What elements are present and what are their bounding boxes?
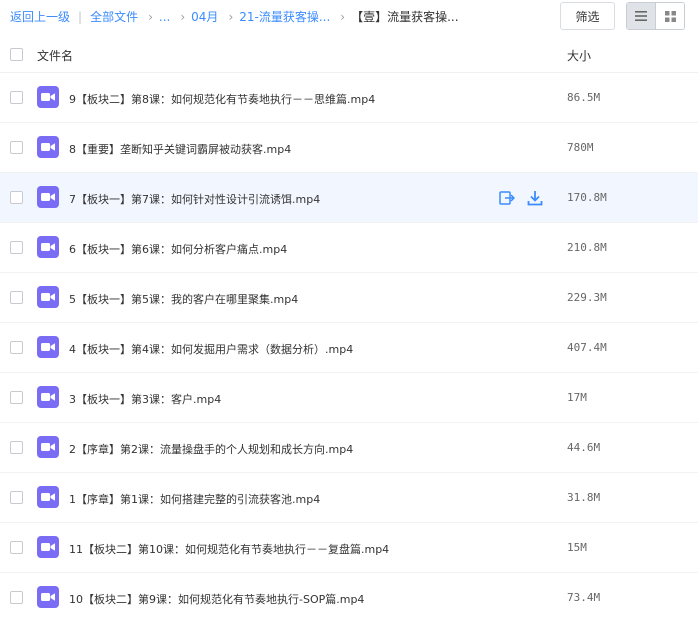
file-name[interactable]: 5【板块一】第5课：我的客户在哪里聚集.mp4 xyxy=(69,291,298,307)
download-icon[interactable] xyxy=(526,189,544,207)
video-file-icon xyxy=(37,486,59,508)
video-file-icon xyxy=(37,336,59,358)
table-header: 文件名 大小 xyxy=(0,36,698,73)
column-header-size[interactable]: 大小 xyxy=(567,47,591,64)
file-size: 229.3M xyxy=(567,291,607,304)
top-bar: 返回上一级 | 全部文件 › ... › 04月 › 21-流量获客操... ›… xyxy=(0,0,698,36)
table-row[interactable]: 9【板块二】第8课：如何规范化有节奏地执行－－思维篇.mp4 86.5M xyxy=(0,73,698,123)
row-checkbox[interactable] xyxy=(10,491,23,504)
video-file-icon xyxy=(37,536,59,558)
video-file-icon xyxy=(37,186,59,208)
share-icon[interactable] xyxy=(498,189,516,207)
file-name[interactable]: 7【板块一】第7课：如何针对性设计引流诱饵.mp4 xyxy=(69,191,320,207)
file-name[interactable]: 9【板块二】第8课：如何规范化有节奏地执行－－思维篇.mp4 xyxy=(69,91,375,107)
table-row[interactable]: 3【板块一】第3课：客户.mp4 17M xyxy=(0,373,698,423)
table-row[interactable]: 8【重要】垄断知乎关键词霸屏被动获客.mp4 780M xyxy=(0,123,698,173)
chevron-right-icon: › xyxy=(340,9,346,24)
column-header-name[interactable]: 文件名 xyxy=(37,47,73,64)
table-row[interactable]: 11【板块二】第10课：如何规范化有节奏地执行－－复盘篇.mp4 15M xyxy=(0,523,698,573)
row-checkbox[interactable] xyxy=(10,91,23,104)
table-row[interactable]: 4【板块一】第4课：如何发掘用户需求（数据分析）.mp4 407.4M xyxy=(0,323,698,373)
select-all-checkbox[interactable] xyxy=(10,48,23,61)
back-link[interactable]: 返回上一级 xyxy=(10,8,70,25)
breadcrumb-month[interactable]: 04月 xyxy=(191,8,218,25)
breadcrumb: 返回上一级 | 全部文件 › ... › 04月 › 21-流量获客操... ›… xyxy=(10,8,459,25)
breadcrumb-divider: | xyxy=(78,9,83,24)
file-name[interactable]: 4【板块一】第4课：如何发掘用户需求（数据分析）.mp4 xyxy=(69,341,353,357)
table-row[interactable]: 5【板块一】第5课：我的客户在哪里聚集.mp4 229.3M xyxy=(0,273,698,323)
chevron-right-icon: › xyxy=(180,9,186,24)
list-view-icon xyxy=(635,11,648,21)
grid-view-icon xyxy=(664,10,676,22)
video-file-icon xyxy=(37,236,59,258)
table-row[interactable]: 2【序章】第2课：流量操盘手的个人规划和成长方向.mp4 44.6M xyxy=(0,423,698,473)
file-name[interactable]: 8【重要】垄断知乎关键词霸屏被动获客.mp4 xyxy=(69,141,291,157)
file-name[interactable]: 1【序章】第1课：如何搭建完整的引流获客池.mp4 xyxy=(69,491,320,507)
file-size: 210.8M xyxy=(567,241,607,254)
video-file-icon xyxy=(37,386,59,408)
row-actions xyxy=(498,189,544,207)
breadcrumb-folder[interactable]: 21-流量获客操... xyxy=(239,8,330,25)
file-size: 86.5M xyxy=(567,91,601,104)
video-file-icon xyxy=(37,136,59,158)
breadcrumb-current: 【壹】流量获客操... xyxy=(351,10,459,24)
video-file-icon xyxy=(37,586,59,608)
file-size: 407.4M xyxy=(567,341,607,354)
file-size: 15M xyxy=(567,541,587,554)
file-size: 170.8M xyxy=(567,191,607,204)
row-checkbox[interactable] xyxy=(10,141,23,154)
row-checkbox[interactable] xyxy=(10,341,23,354)
video-file-icon xyxy=(37,286,59,308)
breadcrumb-ellipsis[interactable]: ... xyxy=(159,10,170,24)
video-file-icon xyxy=(37,86,59,108)
file-name[interactable]: 10【板块二】第9课：如何规范化有节奏地执行-SOP篇.mp4 xyxy=(69,591,364,607)
video-file-icon xyxy=(37,436,59,458)
row-checkbox[interactable] xyxy=(10,591,23,604)
chevron-right-icon: › xyxy=(148,9,153,24)
file-size: 44.6M xyxy=(567,441,601,454)
row-checkbox[interactable] xyxy=(10,241,23,254)
row-checkbox[interactable] xyxy=(10,391,23,404)
breadcrumb-root[interactable]: 全部文件 xyxy=(90,8,138,25)
filter-button[interactable]: 筛选 xyxy=(560,2,615,30)
file-name[interactable]: 11【板块二】第10课：如何规范化有节奏地执行－－复盘篇.mp4 xyxy=(69,541,389,557)
table-row[interactable]: 7【板块一】第7课：如何针对性设计引流诱饵.mp4 170.8M xyxy=(0,173,698,223)
file-size: 17M xyxy=(567,391,587,404)
table-row[interactable]: 1【序章】第1课：如何搭建完整的引流获客池.mp4 31.8M xyxy=(0,473,698,523)
chevron-right-icon: › xyxy=(228,9,234,24)
row-checkbox[interactable] xyxy=(10,191,23,204)
file-name[interactable]: 2【序章】第2课：流量操盘手的个人规划和成长方向.mp4 xyxy=(69,441,353,457)
row-checkbox[interactable] xyxy=(10,441,23,454)
file-name[interactable]: 3【板块一】第3课：客户.mp4 xyxy=(69,391,221,407)
table-row[interactable]: 10【板块二】第9课：如何规范化有节奏地执行-SOP篇.mp4 73.4M xyxy=(0,573,698,621)
grid-view-button[interactable] xyxy=(655,3,684,29)
row-checkbox[interactable] xyxy=(10,291,23,304)
file-size: 31.8M xyxy=(567,491,601,504)
list-view-button[interactable] xyxy=(627,3,656,29)
file-list: 9【板块二】第8课：如何规范化有节奏地执行－－思维篇.mp4 86.5M 8【重要】… xyxy=(0,73,698,621)
view-toggle xyxy=(626,2,685,30)
file-size: 780M xyxy=(567,141,594,154)
row-checkbox[interactable] xyxy=(10,541,23,554)
file-size: 73.4M xyxy=(567,591,601,604)
table-row[interactable]: 6【板块一】第6课：如何分析客户痛点.mp4 210.8M xyxy=(0,223,698,273)
file-name[interactable]: 6【板块一】第6课：如何分析客户痛点.mp4 xyxy=(69,241,287,257)
